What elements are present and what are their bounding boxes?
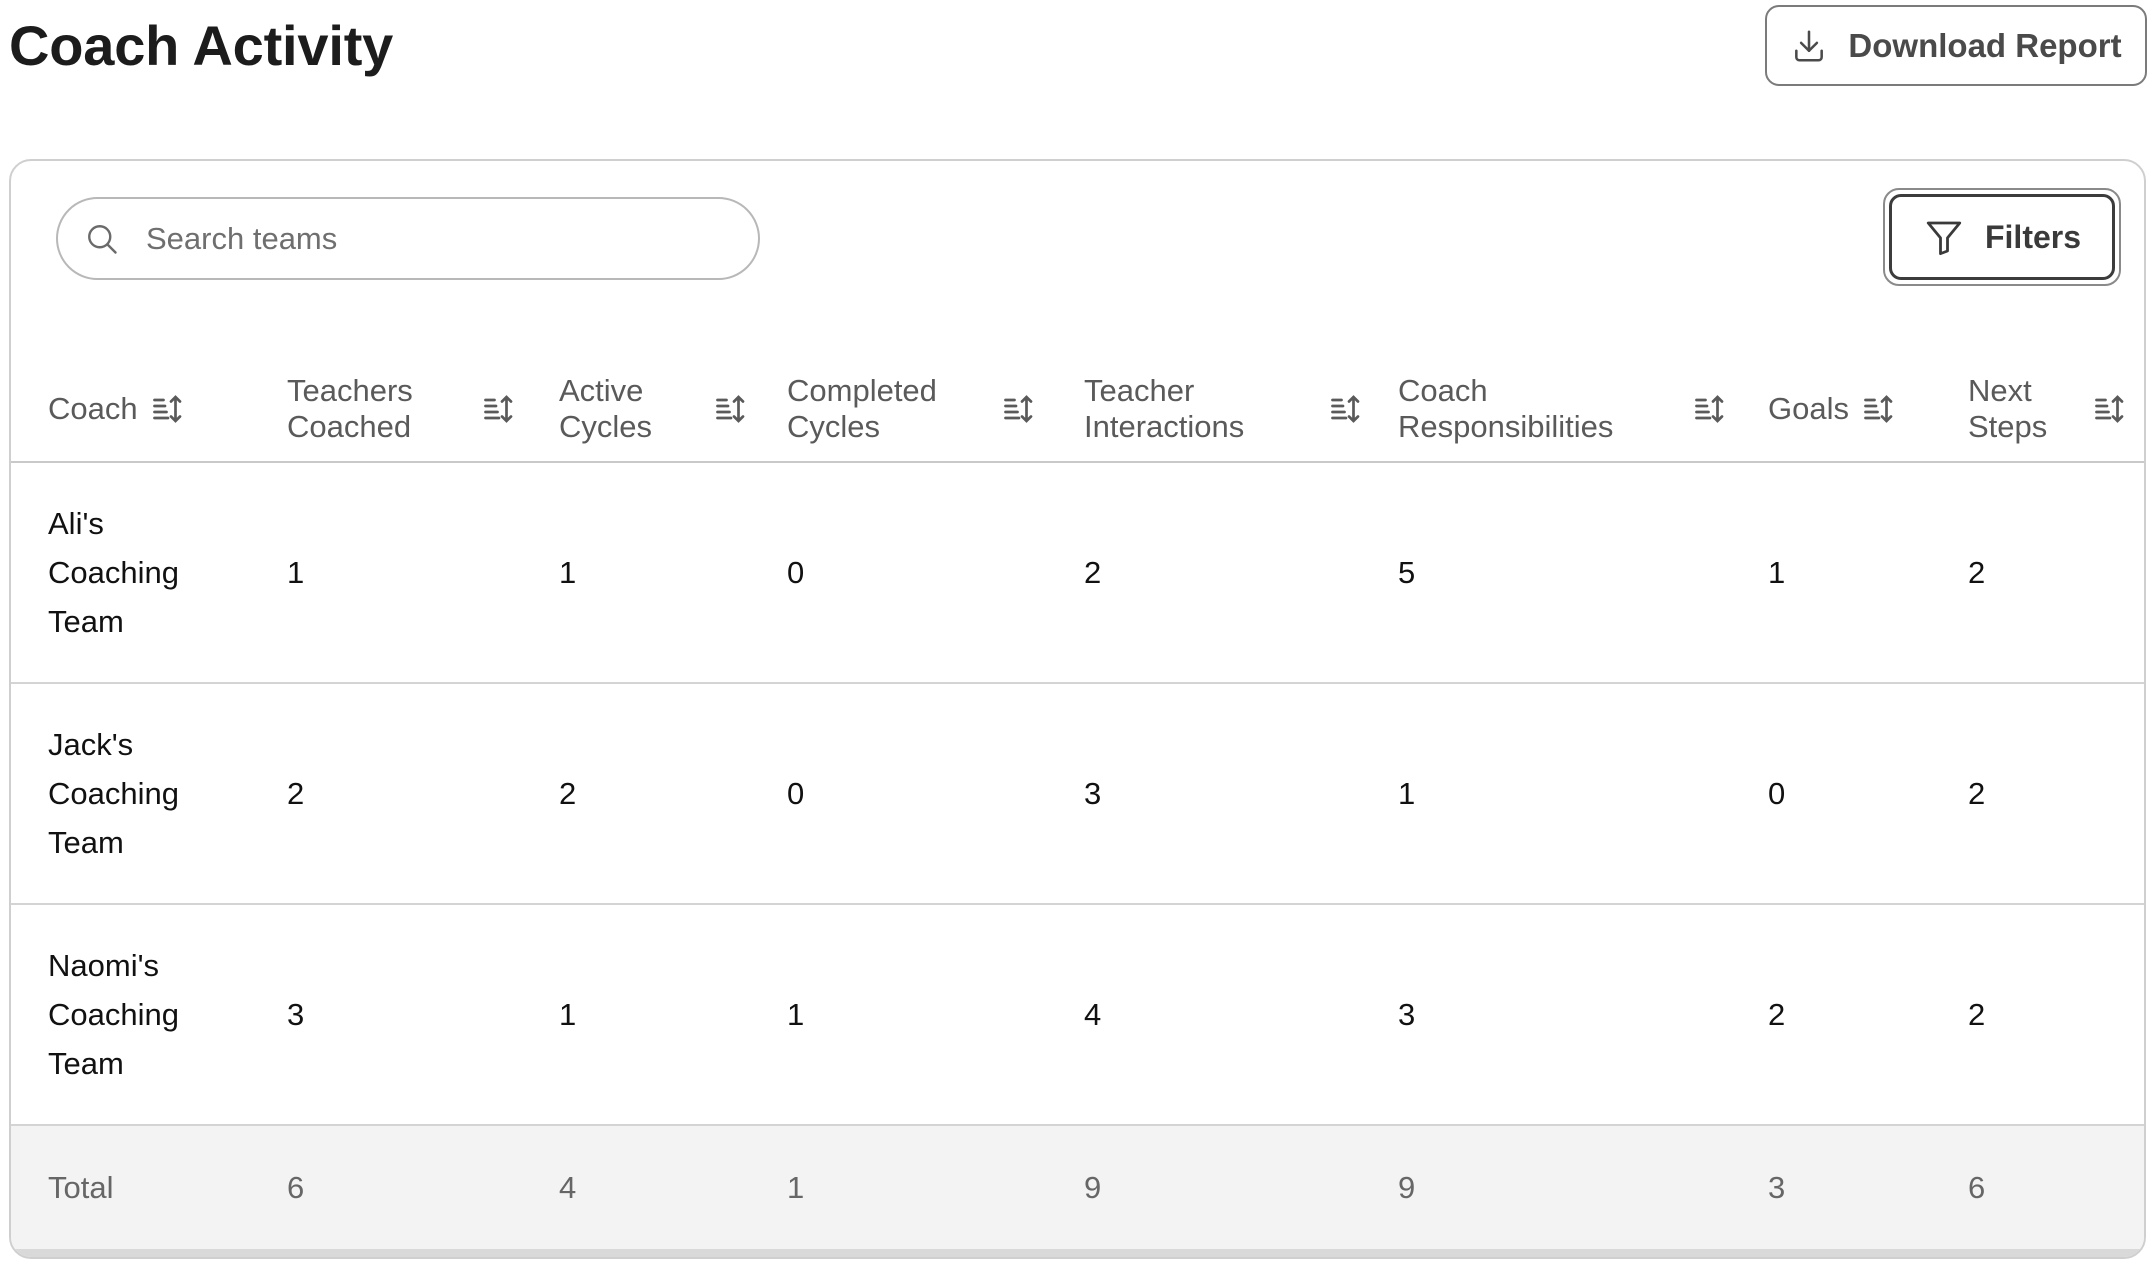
completed-cycles-cell: 0 (787, 775, 805, 811)
completed-cycles-cell: 1 (787, 996, 805, 1032)
download-icon (1795, 29, 1824, 62)
total-completed-cycles-cell: 1 (787, 1170, 805, 1205)
total-coach-responsibilities-cell: 9 (1398, 1170, 1416, 1205)
column-header-label: Active Cycles (559, 373, 653, 444)
coach-responsibilities-cell: 3 (1398, 996, 1416, 1032)
total-teachers-coached-cell: 6 (287, 1170, 305, 1205)
column-header-label: Completed Cycles (787, 373, 937, 444)
column-header-label: Coach Responsibilities (1398, 373, 1614, 444)
search-input[interactable] (146, 220, 706, 257)
teachers-coached-cell: 3 (287, 996, 305, 1032)
sort-icon[interactable] (1692, 391, 1728, 427)
active-cycles-cell: 2 (559, 775, 577, 811)
column-header-coach-responsibilities[interactable]: Coach Responsibilities (1398, 357, 1728, 461)
teacher-interactions-cell: 3 (1084, 775, 1102, 811)
next-steps-cell: 2 (1968, 554, 1986, 590)
coach-responsibilities-cell: 5 (1398, 554, 1416, 590)
sort-icon[interactable] (1328, 391, 1364, 427)
coach-activity-card: Filters Coach Teachers Coached Active Cy… (9, 159, 2146, 1259)
download-report-label: Download Report (1848, 26, 2122, 64)
table-total-row: Total 6 4 1 9 9 3 6 (11, 1126, 2144, 1250)
column-header-active-cycles[interactable]: Active Cycles (559, 357, 749, 461)
sort-icon[interactable] (1001, 391, 1037, 427)
sort-icon[interactable] (1861, 391, 1897, 427)
total-label-cell: Total (48, 1170, 114, 1205)
column-header-teacher-interactions[interactable]: Teacher Interactions (1084, 357, 1364, 461)
teachers-coached-cell: 2 (287, 775, 305, 811)
goals-cell: 2 (1768, 996, 1786, 1032)
filters-button[interactable]: Filters (1883, 188, 2121, 286)
total-active-cycles-cell: 4 (559, 1170, 577, 1205)
table-header-row: Coach Teachers Coached Active Cycles Com… (11, 357, 2144, 463)
coach-activity-table: Coach Teachers Coached Active Cycles Com… (11, 357, 2144, 1250)
goals-cell: 0 (1768, 775, 1786, 811)
coach-activity-page: Coach Activity Download Report Filters (0, 0, 2152, 1266)
sort-icon[interactable] (481, 391, 517, 427)
coach-cell: Naomi's Coaching Team (48, 948, 179, 1081)
column-header-label: Goals (1768, 391, 1849, 426)
search-box[interactable] (56, 197, 760, 280)
active-cycles-cell: 1 (559, 554, 577, 590)
column-header-next-steps[interactable]: Next Steps (1968, 357, 2128, 461)
sort-icon[interactable] (150, 391, 186, 427)
column-header-label: Coach (48, 391, 138, 426)
sort-icon[interactable] (2092, 391, 2128, 427)
total-next-steps-cell: 6 (1968, 1170, 1986, 1205)
coach-cell: Ali's Coaching Team (48, 506, 179, 639)
column-header-label: Teachers Coached (287, 373, 413, 444)
teachers-coached-cell: 1 (287, 554, 305, 590)
download-report-button[interactable]: Download Report (1765, 5, 2147, 86)
next-steps-cell: 2 (1968, 775, 1986, 811)
page-title: Coach Activity (9, 14, 394, 77)
card-bottom-edge (11, 1249, 2144, 1257)
filters-button-inner[interactable]: Filters (1889, 194, 2115, 280)
next-steps-cell: 2 (1968, 996, 1986, 1032)
total-goals-cell: 3 (1768, 1170, 1786, 1205)
coach-responsibilities-cell: 1 (1398, 775, 1416, 811)
filter-funnel-icon (1926, 221, 1962, 256)
search-icon (88, 224, 117, 254)
table-row[interactable]: Ali's Coaching Team 1 1 0 2 5 1 2 (11, 463, 2144, 684)
coach-cell: Jack's Coaching Team (48, 727, 179, 860)
table-row[interactable]: Naomi's Coaching Team 3 1 1 4 3 2 2 (11, 905, 2144, 1126)
column-header-teachers-coached[interactable]: Teachers Coached (287, 357, 517, 461)
table-row[interactable]: Jack's Coaching Team 2 2 0 3 1 0 2 (11, 684, 2144, 905)
filters-label: Filters (1984, 218, 2082, 255)
column-header-label: Teacher Interactions (1084, 373, 1245, 444)
active-cycles-cell: 1 (559, 996, 577, 1032)
total-teacher-interactions-cell: 9 (1084, 1170, 1102, 1205)
column-header-goals[interactable]: Goals (1768, 357, 1897, 461)
column-header-label: Next Steps (1968, 373, 2048, 444)
goals-cell: 1 (1768, 554, 1786, 590)
completed-cycles-cell: 0 (787, 554, 805, 590)
teacher-interactions-cell: 2 (1084, 554, 1102, 590)
sort-icon[interactable] (713, 391, 749, 427)
teacher-interactions-cell: 4 (1084, 996, 1102, 1032)
column-header-completed-cycles[interactable]: Completed Cycles (787, 357, 1037, 461)
column-header-coach[interactable]: Coach (48, 357, 186, 461)
